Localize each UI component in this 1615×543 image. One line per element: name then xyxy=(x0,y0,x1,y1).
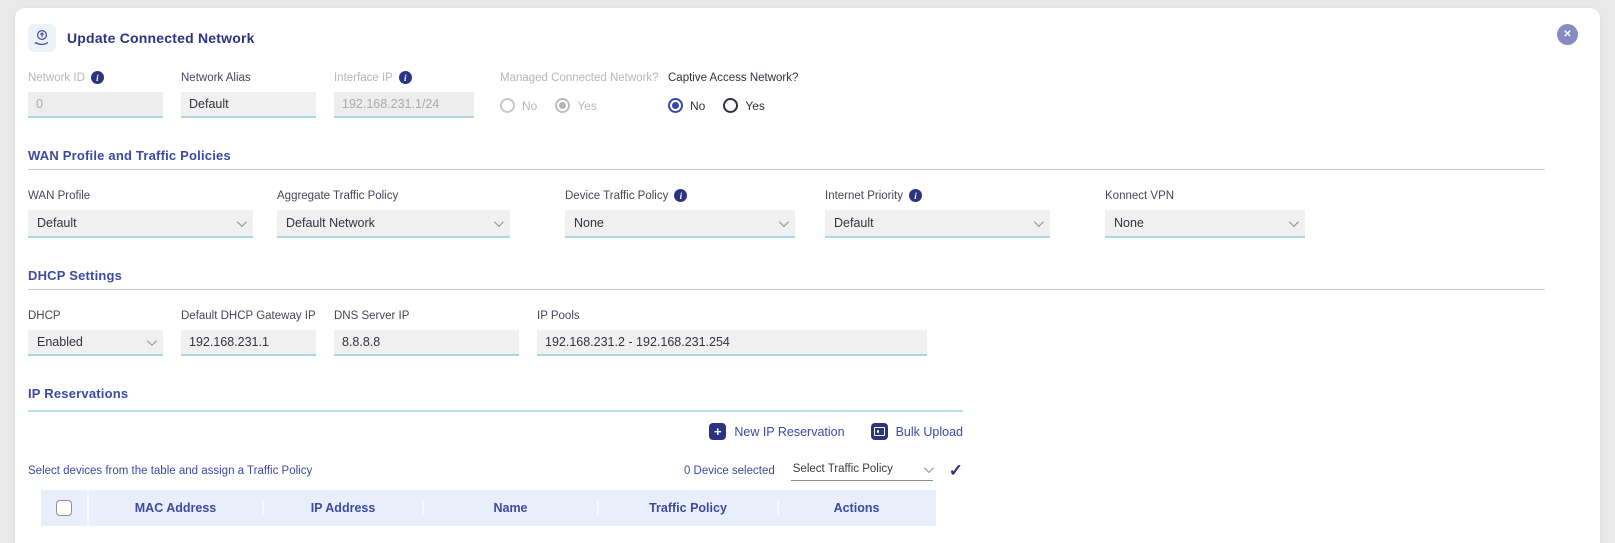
wan-profile-field: WAN Profile Default xyxy=(28,188,253,238)
network-id-label: Network ID i xyxy=(28,70,163,85)
captive-yes-radio[interactable]: Yes xyxy=(723,98,765,113)
table-body-empty xyxy=(41,526,936,540)
column-name[interactable]: Name xyxy=(424,501,599,515)
device-policy-field: Device Traffic Policy i None xyxy=(565,188,795,238)
dns-server-input[interactable] xyxy=(334,330,519,356)
internet-priority-label: Internet Priority xyxy=(825,190,903,202)
aggregate-policy-label: Aggregate Traffic Policy xyxy=(277,190,398,202)
wan-section-divider xyxy=(28,169,1545,170)
interface-ip-input[interactable] xyxy=(334,92,474,118)
radio-circle xyxy=(723,98,738,113)
dhcp-field: DHCP Enabled xyxy=(28,308,163,356)
apply-policy-check-icon[interactable]: ✓ xyxy=(949,461,963,481)
managed-no-radio[interactable]: No xyxy=(500,98,537,113)
dns-server-field: DNS Server IP xyxy=(334,308,519,356)
chevron-down-icon xyxy=(779,217,789,227)
update-connected-network-dialog: Update Connected Network ✕ Network ID i … xyxy=(15,8,1600,543)
dhcp-section-title: DHCP Settings xyxy=(28,268,1600,283)
device-policy-label: Device Traffic Policy xyxy=(565,190,668,202)
network-alias-input[interactable] xyxy=(181,92,316,118)
konnect-vpn-dropdown[interactable]: None xyxy=(1105,210,1305,238)
managed-yes-radio[interactable]: Yes xyxy=(555,98,597,113)
column-traffic-policy[interactable]: Traffic Policy xyxy=(599,501,779,515)
network-alias-field: Network Alias xyxy=(181,70,316,118)
dhcp-dropdown[interactable]: Enabled xyxy=(28,330,163,356)
chevron-down-icon xyxy=(494,217,504,227)
radio-circle-checked xyxy=(668,98,683,113)
network-alias-label: Network Alias xyxy=(181,70,316,85)
close-icon[interactable]: ✕ xyxy=(1557,24,1578,45)
captive-network-group: Captive Access Network? No Yes xyxy=(668,70,798,113)
internet-priority-info-icon[interactable]: i xyxy=(909,189,922,202)
wan-profile-label: WAN Profile xyxy=(28,190,90,202)
ip-reservations-section-title: IP Reservations xyxy=(28,386,1600,401)
device-policy-dropdown[interactable]: None xyxy=(565,210,795,238)
chevron-down-icon xyxy=(924,463,934,473)
network-service-icon xyxy=(28,24,56,52)
managed-network-group: Managed Connected Network? No Yes xyxy=(500,70,648,113)
dhcp-gateway-input[interactable] xyxy=(181,330,316,356)
device-policy-info-icon[interactable]: i xyxy=(674,189,687,202)
page-background: Update Connected Network ✕ Network ID i … xyxy=(0,0,1615,543)
network-id-input[interactable] xyxy=(28,92,163,118)
internet-priority-field: Internet Priority i Default xyxy=(825,188,1050,238)
ip-pools-field: IP Pools xyxy=(537,308,927,356)
network-id-field: Network ID i xyxy=(28,70,163,118)
interface-ip-label: Interface IP i xyxy=(334,70,474,85)
ip-pools-input[interactable] xyxy=(537,330,927,356)
bulk-upload-icon xyxy=(871,423,888,440)
aggregate-policy-dropdown[interactable]: Default Network xyxy=(277,210,510,238)
interface-ip-field: Interface IP i xyxy=(334,70,474,118)
konnect-vpn-field: Konnect VPN None xyxy=(1105,188,1305,238)
select-devices-hint: Select devices from the table and assign… xyxy=(28,465,312,477)
interface-ip-info-icon[interactable]: i xyxy=(399,71,412,84)
wan-section-title: WAN Profile and Traffic Policies xyxy=(28,148,1600,163)
column-ip-address[interactable]: IP Address xyxy=(264,501,424,515)
column-mac-address[interactable]: MAC Address xyxy=(89,501,264,515)
column-actions[interactable]: Actions xyxy=(779,501,934,515)
network-id-info-icon[interactable]: i xyxy=(91,71,104,84)
captive-network-label: Captive Access Network? xyxy=(668,70,798,85)
chevron-down-icon xyxy=(1034,217,1044,227)
new-ip-reservation-button[interactable]: + New IP Reservation xyxy=(709,423,844,440)
dhcp-gateway-label: Default DHCP Gateway IP xyxy=(181,310,316,322)
dns-server-label: DNS Server IP xyxy=(334,310,409,322)
ip-reservations-table: MAC Address IP Address Name Traffic Poli… xyxy=(41,490,936,540)
bulk-upload-button[interactable]: Bulk Upload xyxy=(871,423,963,440)
chevron-down-icon xyxy=(147,336,157,346)
internet-priority-dropdown[interactable]: Default xyxy=(825,210,1050,238)
plus-icon: + xyxy=(709,423,726,440)
device-selected-count: 0 Device selected xyxy=(684,465,775,477)
konnect-vpn-label: Konnect VPN xyxy=(1105,190,1174,202)
chevron-down-icon xyxy=(1289,217,1299,227)
aggregate-policy-field: Aggregate Traffic Policy Default Network xyxy=(277,188,510,238)
wan-profile-dropdown[interactable]: Default xyxy=(28,210,253,238)
dhcp-section-divider xyxy=(28,289,1545,290)
ip-pools-label: IP Pools xyxy=(537,310,580,322)
chevron-down-icon xyxy=(237,217,247,227)
ip-reservations-divider xyxy=(28,410,963,412)
captive-no-radio[interactable]: No xyxy=(668,98,705,113)
dhcp-label: DHCP xyxy=(28,310,61,322)
managed-network-label: Managed Connected Network? xyxy=(500,70,648,85)
dialog-header: Update Connected Network xyxy=(28,24,1600,52)
select-all-checkbox[interactable] xyxy=(56,500,72,516)
table-header-row: MAC Address IP Address Name Traffic Poli… xyxy=(41,490,936,526)
dhcp-gateway-field: Default DHCP Gateway IP xyxy=(181,308,316,356)
radio-circle xyxy=(500,98,515,113)
dialog-title: Update Connected Network xyxy=(67,30,255,46)
select-traffic-policy-dropdown[interactable]: Select Traffic Policy xyxy=(791,461,933,481)
radio-circle-checked xyxy=(555,98,570,113)
